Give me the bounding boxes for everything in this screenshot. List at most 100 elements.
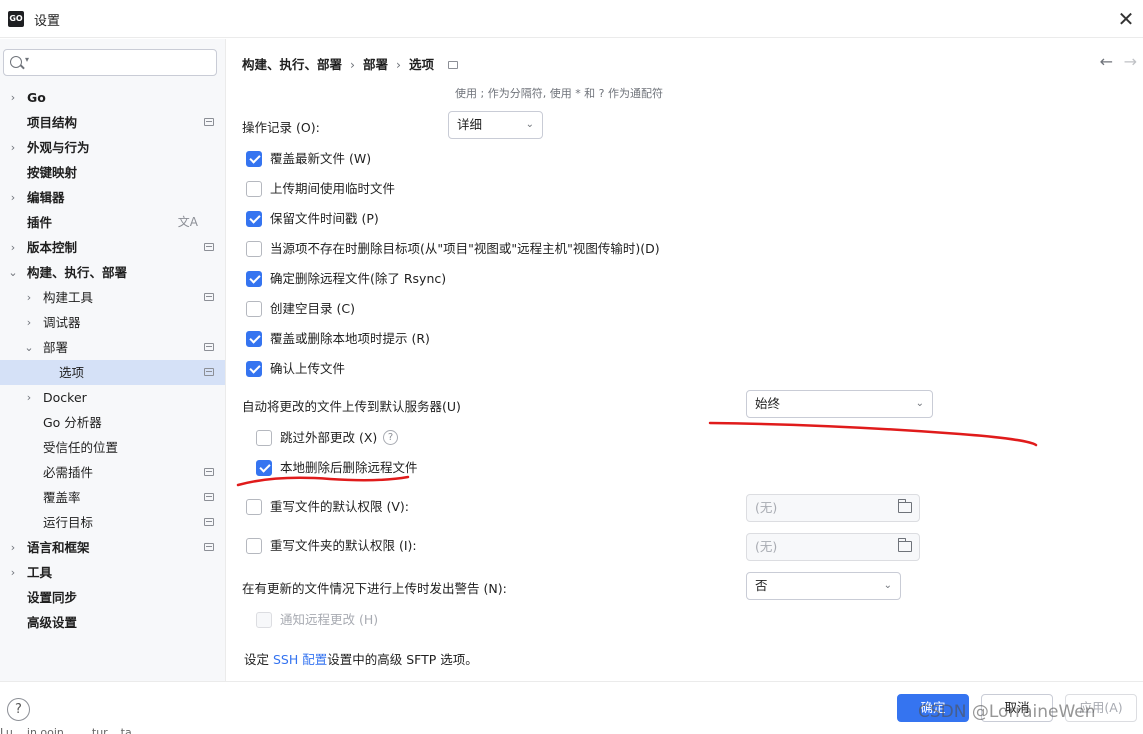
breadcrumb: 构建、执行、部署 › 部署 › 选项 <box>242 54 459 73</box>
breadcrumb-current: 选项 <box>409 57 435 72</box>
sidebar-item-settings-sync[interactable]: 设置同步 <box>0 585 225 610</box>
checkbox[interactable] <box>246 181 262 197</box>
sidebar-item-label: 构建、执行、部署 <box>27 265 128 280</box>
back-arrow-icon[interactable]: ← <box>1100 52 1113 71</box>
sidebar-item-label: 设置同步 <box>27 590 78 605</box>
sftp-options-note: 设定 SSH 配置设置中的高级 SFTP 选项。 <box>244 649 478 668</box>
chevron-right-icon[interactable]: › <box>8 135 18 160</box>
csdn-watermark: CSDN @LorraineWen <box>918 702 1096 722</box>
sidebar-item-label: 插件 <box>27 215 53 230</box>
project-scope-icon <box>204 518 214 526</box>
chevron-right-icon[interactable]: › <box>24 285 34 310</box>
project-scope-icon <box>204 368 214 376</box>
checkbox-label: 保留文件时间戳 (P) <box>270 211 379 226</box>
chevron-right-icon[interactable]: › <box>24 385 34 410</box>
folder-icon[interactable] <box>898 499 912 513</box>
checkbox[interactable] <box>256 430 272 446</box>
window-title: 设置 <box>34 14 61 29</box>
auto-upload-dropdown[interactable]: 始终 ⌄ <box>746 390 933 418</box>
auto-upload-value: 始终 <box>755 396 781 411</box>
checkbox[interactable] <box>246 271 262 287</box>
breadcrumb-item[interactable]: 构建、执行、部署 <box>242 57 342 72</box>
project-scope-icon <box>204 293 214 301</box>
checkbox[interactable] <box>246 361 262 377</box>
sidebar-item-go-profiler[interactable]: Go 分析器 <box>0 410 225 435</box>
sidebar-item-label: 工具 <box>27 565 53 580</box>
sidebar-item-go[interactable]: › Go <box>0 85 225 110</box>
chevron-down-icon: ⌄ <box>915 398 924 409</box>
operation-log-value: 详细 <box>457 117 483 132</box>
sidebar-item-keymap[interactable]: 按键映射 <box>0 160 225 185</box>
checkbox[interactable] <box>256 460 272 476</box>
checkbox[interactable] <box>246 331 262 347</box>
sidebar-item-label: Go <box>27 90 46 105</box>
chevron-right-icon[interactable]: › <box>8 560 18 585</box>
chevron-down-icon[interactable]: ⌄ <box>24 335 34 360</box>
settings-search-input[interactable]: ▾ <box>3 49 217 76</box>
project-scope-icon <box>204 493 214 501</box>
checkbox[interactable] <box>246 241 262 257</box>
sidebar-item-languages-frameworks[interactable]: › 语言和框架 <box>0 535 225 560</box>
sidebar-item-plugins[interactable]: 插件 文A <box>0 210 225 235</box>
sidebar-item-label: 调试器 <box>43 315 81 330</box>
sidebar-item-trusted-locations[interactable]: 受信任的位置 <box>0 435 225 460</box>
checkbox-label: 通知远程更改 (H) <box>280 612 379 627</box>
checkbox[interactable] <box>246 301 262 317</box>
chevron-right-icon[interactable]: › <box>8 85 18 110</box>
folder-permissions-field[interactable]: (无) <box>746 533 920 561</box>
checkbox[interactable] <box>246 211 262 227</box>
checkbox-label: 确认上传文件 <box>270 361 346 376</box>
checkbox-label: 重写文件夹的默认权限 (I): <box>270 538 417 553</box>
sidebar-item-debugger[interactable]: › 调试器 <box>0 310 225 335</box>
sidebar-item-required-plugins[interactable]: 必需插件 <box>0 460 225 485</box>
sidebar-item-coverage[interactable]: 覆盖率 <box>0 485 225 510</box>
sidebar-item-project-structure[interactable]: 项目结构 <box>0 110 225 135</box>
sidebar-item-editor[interactable]: › 编辑器 <box>0 185 225 210</box>
sidebar-item-label: 按键映射 <box>27 165 78 180</box>
chevron-right-icon[interactable]: › <box>8 535 18 560</box>
checkbox[interactable] <box>246 499 262 515</box>
sidebar-item-build-tools[interactable]: › 构建工具 <box>0 285 225 310</box>
settings-sidebar: ▾ › Go 项目结构 › 外观与行为 按键映射 › 编辑器 插件 文A › 版… <box>0 39 226 681</box>
breadcrumb-item[interactable]: 部署 <box>363 57 388 72</box>
folder-icon[interactable] <box>898 538 912 552</box>
checkbox-label: 跳过外部更改 (X) <box>280 430 378 445</box>
sidebar-item-advanced-settings[interactable]: 高级设置 <box>0 610 225 635</box>
sidebar-item-label: 运行目标 <box>43 515 94 530</box>
sidebar-item-build-execution-deployment[interactable]: ⌄ 构建、执行、部署 <box>0 260 225 285</box>
checkbox-label: 当源项不存在时删除目标项(从"项目"视图或"远程主机"视图传输时)(D) <box>270 241 660 256</box>
sidebar-item-options[interactable]: 选项 <box>0 360 225 385</box>
close-button[interactable]: ✕ <box>1113 6 1139 32</box>
sidebar-item-vcs[interactable]: › 版本控制 <box>0 235 225 260</box>
sidebar-item-label: 项目结构 <box>27 115 78 130</box>
chevron-right-icon[interactable]: › <box>24 310 34 335</box>
sidebar-item-tools[interactable]: › 工具 <box>0 560 225 585</box>
exclude-hint-text: 使用 ; 作为分隔符, 使用 * 和 ? 作为通配符 <box>455 87 664 100</box>
project-scope-icon <box>204 243 214 251</box>
checkbox[interactable] <box>246 151 262 167</box>
operation-log-dropdown[interactable]: 详细 ⌄ <box>448 111 543 139</box>
sidebar-item-label: 受信任的位置 <box>43 440 119 455</box>
chevron-right-icon[interactable]: › <box>8 235 18 260</box>
project-scope-icon <box>204 343 214 351</box>
chevron-down-icon[interactable]: ⌄ <box>8 260 18 285</box>
help-question-icon[interactable]: ? <box>383 430 398 445</box>
search-history-dropdown-icon[interactable]: ▾ <box>25 55 29 64</box>
checkbox-label: 上传期间使用临时文件 <box>270 181 396 196</box>
goland-logo-icon: GO <box>8 11 24 27</box>
sidebar-item-appearance[interactable]: › 外观与行为 <box>0 135 225 160</box>
file-permissions-placeholder: (无) <box>755 500 778 515</box>
ssh-config-link[interactable]: SSH 配置 <box>273 652 327 667</box>
chevron-right-icon[interactable]: › <box>8 185 18 210</box>
forward-arrow-icon[interactable]: → <box>1124 52 1137 71</box>
warn-newer-dropdown[interactable]: 否 ⌄ <box>746 572 901 600</box>
sidebar-item-deployment[interactable]: ⌄ 部署 <box>0 335 225 360</box>
sidebar-item-label: 选项 <box>59 365 85 380</box>
sidebar-item-run-targets[interactable]: 运行目标 <box>0 510 225 535</box>
help-button[interactable]: ? <box>7 698 30 721</box>
file-permissions-field[interactable]: (无) <box>746 494 920 522</box>
checkbox[interactable] <box>246 538 262 554</box>
sidebar-item-label: 语言和框架 <box>27 540 90 555</box>
sidebar-item-docker[interactable]: › Docker <box>0 385 225 410</box>
sidebar-item-label: 编辑器 <box>27 190 65 205</box>
